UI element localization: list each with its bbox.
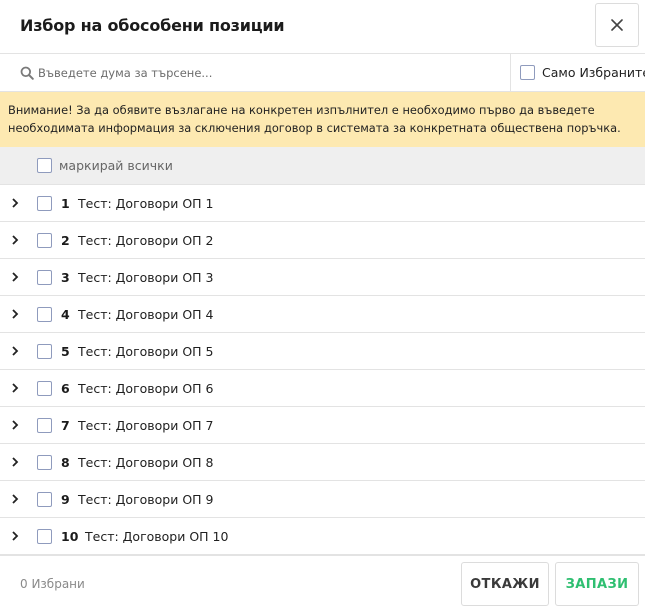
chevron-right-icon[interactable] <box>9 419 21 431</box>
item-checkbox[interactable] <box>37 307 52 322</box>
dialog-title: Избор на обособени позиции <box>20 16 285 35</box>
search-bar: Само Избраните <box>0 54 645 92</box>
item-number: 3 <box>61 270 70 285</box>
item-checkbox[interactable] <box>37 492 52 507</box>
search-input[interactable] <box>38 61 498 85</box>
list-item: 4 Тест: Договори ОП 4 <box>0 296 645 333</box>
lots-list: 1 Тест: Договори ОП 1 2 Тест: Договори О… <box>0 185 645 555</box>
search-icon <box>20 66 34 80</box>
select-all-row: маркирай всички <box>0 147 645 185</box>
search-divider <box>510 54 511 92</box>
item-checkbox[interactable] <box>37 418 52 433</box>
chevron-right-icon[interactable] <box>9 493 21 505</box>
list-item: 1 Тест: Договори ОП 1 <box>0 185 645 222</box>
select-all-label: маркирай всички <box>59 158 173 173</box>
chevron-right-icon[interactable] <box>9 234 21 246</box>
chevron-right-icon[interactable] <box>9 456 21 468</box>
chevron-right-icon[interactable] <box>9 308 21 320</box>
item-checkbox[interactable] <box>37 381 52 396</box>
item-name: Тест: Договори ОП 3 <box>78 270 214 285</box>
item-number: 10 <box>61 529 79 544</box>
list-item: 7 Тест: Договори ОП 7 <box>0 407 645 444</box>
item-checkbox[interactable] <box>37 455 52 470</box>
selected-count: 0 Избрани <box>20 577 85 591</box>
item-checkbox[interactable] <box>37 270 52 285</box>
item-number: 2 <box>61 233 70 248</box>
dialog-footer: 0 Избрани ОТКАЖИ ЗАПАЗИ <box>0 555 645 611</box>
save-button[interactable]: ЗАПАЗИ <box>555 562 639 606</box>
item-number: 6 <box>61 381 70 396</box>
dialog-header: Избор на обособени позиции <box>0 0 645 54</box>
list-item: 3 Тест: Договори ОП 3 <box>0 259 645 296</box>
item-name: Тест: Договори ОП 2 <box>78 233 214 248</box>
list-item: 10 Тест: Договори ОП 10 <box>0 518 645 555</box>
item-number: 8 <box>61 455 70 470</box>
item-name: Тест: Договори ОП 1 <box>78 196 214 211</box>
select-all-checkbox[interactable] <box>37 158 52 173</box>
chevron-right-icon[interactable] <box>9 345 21 357</box>
chevron-right-icon[interactable] <box>9 530 21 542</box>
chevron-right-icon[interactable] <box>9 382 21 394</box>
item-name: Тест: Договори ОП 6 <box>78 381 214 396</box>
item-name: Тест: Договори ОП 7 <box>78 418 214 433</box>
item-checkbox[interactable] <box>37 529 52 544</box>
item-name: Тест: Договори ОП 8 <box>78 455 214 470</box>
close-button[interactable] <box>595 3 639 47</box>
item-number: 1 <box>61 196 70 211</box>
only-selected-checkbox[interactable] <box>520 65 535 80</box>
cancel-button[interactable]: ОТКАЖИ <box>461 562 549 606</box>
list-item: 5 Тест: Договори ОП 5 <box>0 333 645 370</box>
item-checkbox[interactable] <box>37 233 52 248</box>
item-number: 7 <box>61 418 70 433</box>
chevron-right-icon[interactable] <box>9 197 21 209</box>
item-checkbox[interactable] <box>37 196 52 211</box>
only-selected-label: Само Избраните <box>542 65 645 80</box>
item-name: Тест: Договори ОП 10 <box>85 529 229 544</box>
warning-banner: Внимание! За да обявите възлагане на кон… <box>0 92 645 147</box>
close-icon <box>611 19 623 31</box>
list-item: 2 Тест: Договори ОП 2 <box>0 222 645 259</box>
item-name: Тест: Договори ОП 9 <box>78 492 214 507</box>
item-number: 4 <box>61 307 70 322</box>
list-item: 8 Тест: Договори ОП 8 <box>0 444 645 481</box>
list-item: 6 Тест: Договори ОП 6 <box>0 370 645 407</box>
item-checkbox[interactable] <box>37 344 52 359</box>
item-name: Тест: Договори ОП 4 <box>78 307 214 322</box>
list-item: 9 Тест: Договори ОП 9 <box>0 481 645 518</box>
item-number: 9 <box>61 492 70 507</box>
item-number: 5 <box>61 344 70 359</box>
item-name: Тест: Договори ОП 5 <box>78 344 214 359</box>
chevron-right-icon[interactable] <box>9 271 21 283</box>
selection-dialog: Избор на обособени позиции Само Избранит… <box>0 0 645 611</box>
